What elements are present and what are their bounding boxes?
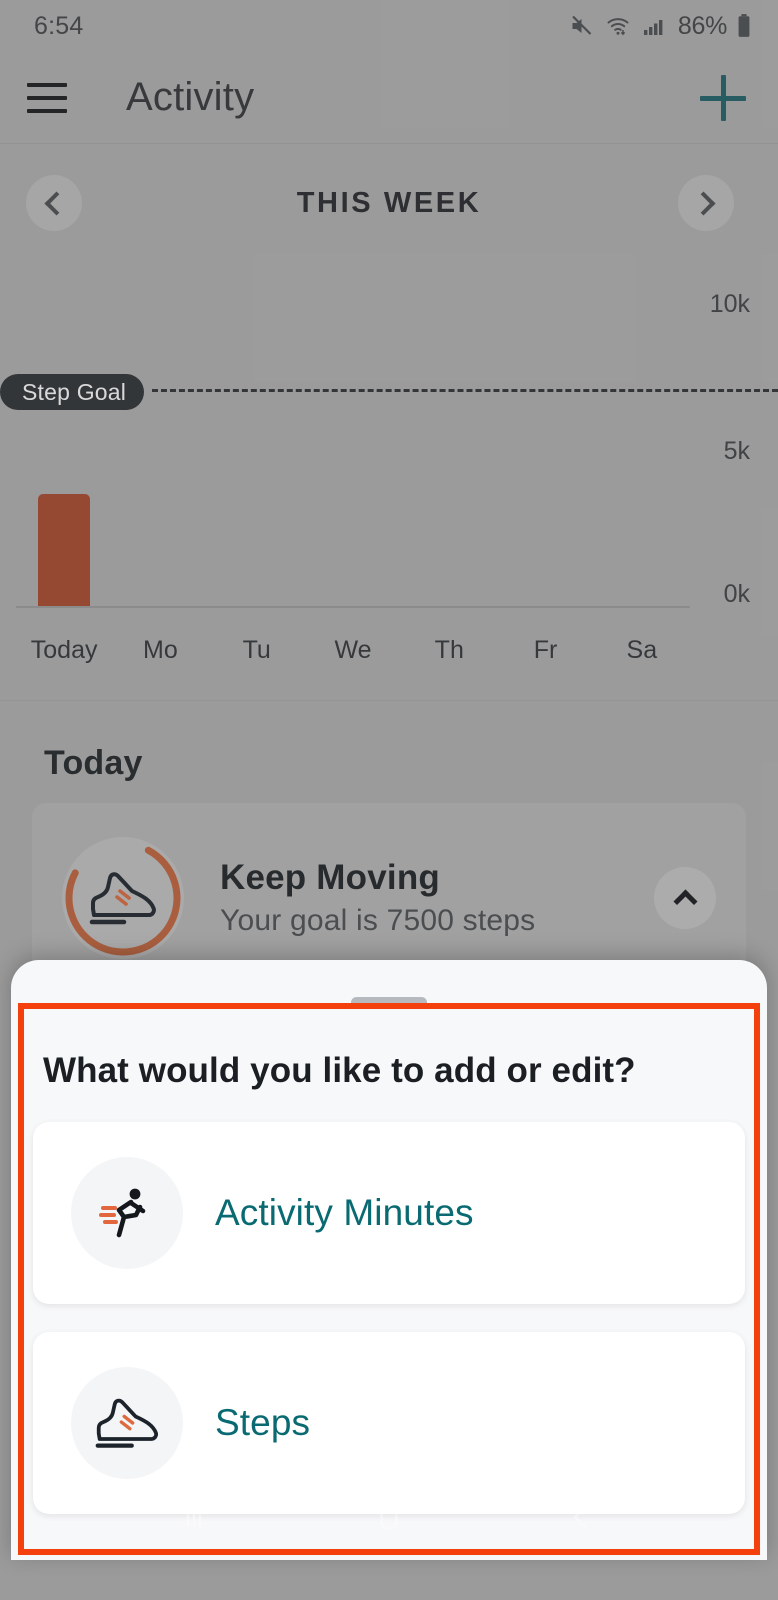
phone-screen: 6:54 86% Activity THIS WEEK 10k 5k 0k St… [0,0,778,1600]
option-label: Activity Minutes [215,1192,474,1233]
drag-handle[interactable] [351,997,427,1008]
back-icon[interactable] [563,1499,599,1540]
option-label: Steps [215,1402,311,1443]
option-card-activity-minutes[interactable]: Activity Minutes [33,1122,745,1304]
running-person-icon [71,1157,183,1269]
bottom-sheet-title: What would you like to add or edit? [43,1051,636,1090]
add-edit-bottom-sheet: What would you like to add or edit? Acti… [11,960,767,1560]
running-shoe-icon [71,1367,183,1479]
android-nav-bar [11,1478,767,1560]
home-icon[interactable] [371,1499,407,1540]
recents-icon[interactable] [179,1499,215,1540]
option-list: Activity Minutes Steps [11,1122,767,1514]
